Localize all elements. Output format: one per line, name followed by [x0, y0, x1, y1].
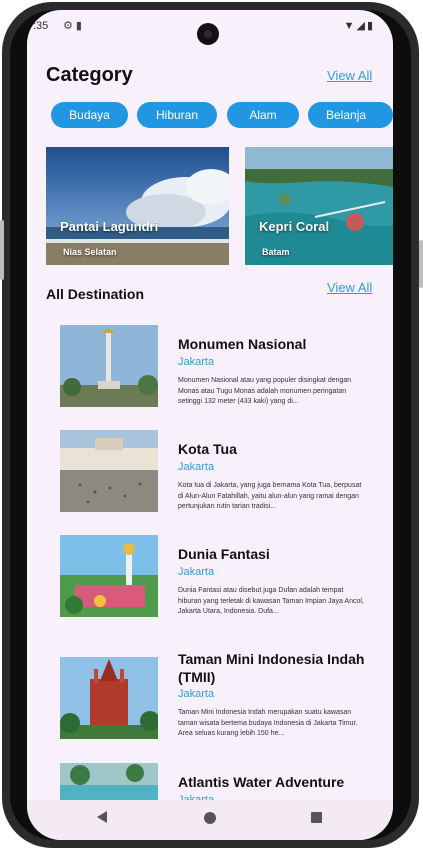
destination-name: Kota Tua — [178, 441, 237, 457]
status-bar: :35 ⚙ ▮ ▼◢▮ — [27, 10, 393, 45]
chip-budaya[interactable]: Budaya — [51, 102, 128, 128]
recents-icon[interactable] — [311, 812, 322, 823]
destination-city: Jakarta — [178, 461, 215, 473]
system-navigation-bar — [27, 800, 393, 840]
destination-name: Dunia Fantasi — [178, 546, 270, 562]
destination-city: Jakarta — [178, 566, 215, 578]
featured-card[interactable]: Pantai Lagundri Nias Selatan — [46, 147, 229, 265]
settings-notification-icon: ⚙ ▮ — [63, 20, 82, 32]
destination-description: Taman Mini Indonesia Indah merupakan sua… — [178, 709, 358, 737]
featured-card-title: Kepri Coral — [259, 219, 330, 234]
destination-thumbnail — [60, 763, 158, 800]
camera-cutout — [197, 23, 219, 45]
destination-city: Jakarta — [178, 688, 215, 700]
destination-thumbnail — [60, 325, 158, 407]
destination-name: Monumen Nasional — [178, 336, 307, 352]
featured-card-location: Batam — [262, 247, 290, 257]
side-button — [0, 220, 4, 280]
destination-description: Monumen Nasional atau yang populer disin… — [178, 377, 352, 405]
destination-name: Taman Mini Indonesia Indah (TMII) — [178, 651, 365, 685]
destination-description: Dunia Fantasi atau disebut juga Dufan ad… — [178, 587, 364, 615]
signal-battery-icon: ▼◢▮ — [343, 20, 375, 32]
volume-button — [419, 240, 423, 288]
chip-alam[interactable]: Alam — [227, 102, 299, 128]
category-view-all-link[interactable]: View All — [327, 68, 372, 83]
destination-thumbnail — [60, 535, 158, 617]
app-screen: :35 ⚙ ▮ ▼◢▮ Category View All Budaya Hib… — [27, 10, 393, 840]
featured-card-location: Nias Selatan — [63, 247, 117, 257]
destination-city: Jakarta — [178, 356, 215, 368]
all-destination-view-all-link[interactable]: View All — [327, 280, 372, 295]
destination-description: Kota tua di Jakarta, yang juga bernama K… — [178, 482, 362, 510]
destination-name: Atlantis Water Adventure — [178, 774, 345, 790]
chip-hiburan[interactable]: Hiburan — [137, 102, 217, 128]
back-icon[interactable] — [97, 811, 107, 823]
featured-card[interactable]: Kepri Coral Batam — [245, 147, 393, 265]
chip-belanja[interactable]: Belanja — [308, 102, 393, 128]
category-title: Category — [46, 64, 133, 86]
status-time: :35 — [33, 20, 49, 32]
all-destination-title: All Destination — [46, 286, 145, 302]
destination-thumbnail — [60, 657, 158, 739]
featured-card-title: Pantai Lagundri — [60, 219, 159, 234]
destination-thumbnail — [60, 430, 158, 512]
home-icon[interactable] — [204, 812, 216, 824]
